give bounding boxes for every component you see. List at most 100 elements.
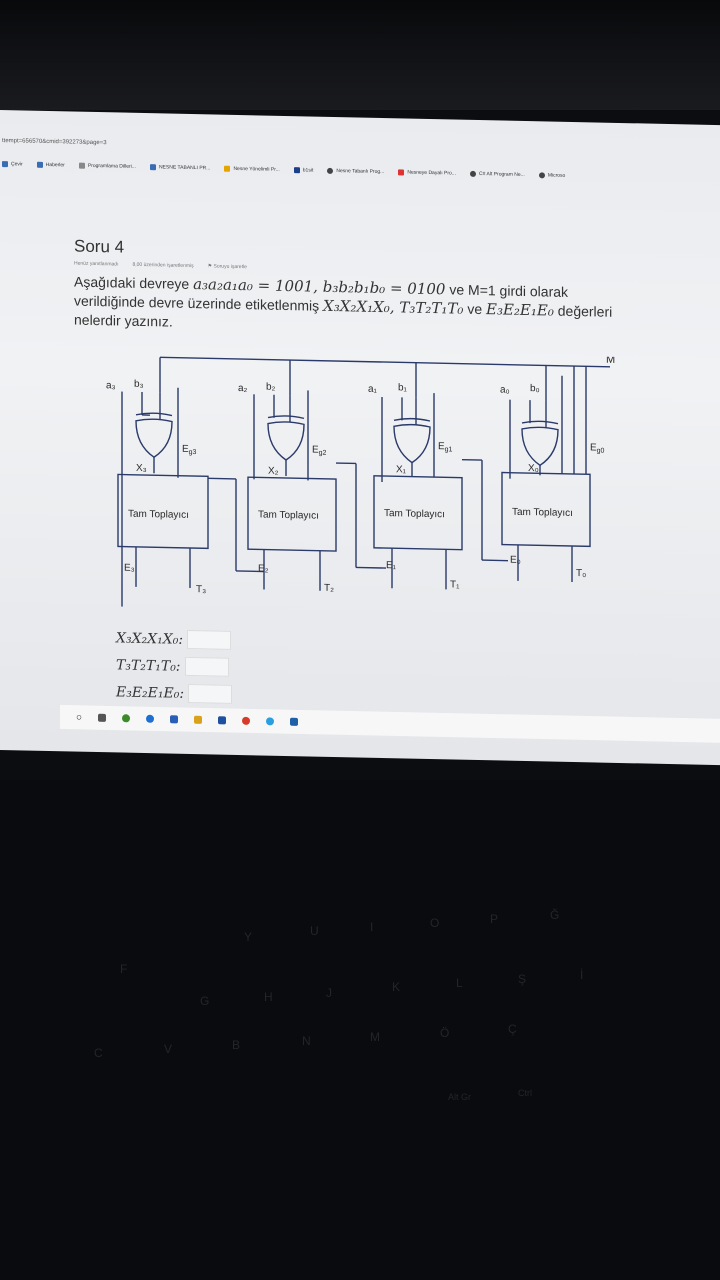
answer-input-x[interactable] <box>187 629 232 650</box>
bookmark-icon <box>469 170 476 177</box>
task-view-icon[interactable] <box>98 713 107 722</box>
bookmark-item[interactable]: C# Alt Program Ne... <box>469 170 525 178</box>
bookmark-item[interactable]: Haberler <box>36 161 65 168</box>
key: M <box>370 1030 380 1044</box>
answer-row-x: X₃X₂X₁X₀: <box>116 624 232 653</box>
app-icon[interactable] <box>290 717 299 726</box>
keyboard: Y U I O P Ğ F G H J K L Ş İ C V B N M Ö … <box>0 780 720 1280</box>
key: Y <box>244 930 253 944</box>
bookmark-item[interactable]: Nesneye Dayalı Pro... <box>398 169 456 177</box>
key: B <box>232 1038 241 1052</box>
bookmark-item[interactable]: b1sit <box>293 167 313 174</box>
key: H <box>264 990 273 1004</box>
block-0 <box>501 365 591 582</box>
search-icon[interactable]: ○ <box>76 712 82 723</box>
answer-input-t[interactable] <box>184 656 229 677</box>
m-bus-line <box>160 356 610 368</box>
block-1 <box>373 362 508 590</box>
sum-t0: T₀ <box>576 568 586 579</box>
key: O <box>430 916 440 930</box>
key: Ctrl <box>518 1088 532 1098</box>
browser-icon[interactable] <box>122 714 131 723</box>
input-a1: a₁ <box>368 384 378 395</box>
flag-question-link[interactable]: ⚑ Soruyu işaretle <box>208 263 247 270</box>
carry-e2: E₂ <box>258 563 269 574</box>
sum-t1: T₁ <box>450 579 460 590</box>
adder-label-0: Tam Toplayıcı <box>512 507 573 519</box>
edge-icon[interactable] <box>146 714 155 723</box>
eg0-label: Eg0 <box>590 442 605 454</box>
bookmark-icon <box>538 172 545 179</box>
key: K <box>392 980 401 994</box>
m-label: M <box>606 354 615 366</box>
carry-e3: E₃ <box>124 563 135 574</box>
bookmark-item[interactable]: Nesne Yönelimli Pr... <box>224 165 280 173</box>
key: İ <box>580 968 584 982</box>
key: F <box>120 962 128 976</box>
adder-label-1: Tam Toplayıcı <box>384 508 445 520</box>
adder-label-2: Tam Toplayıcı <box>258 509 319 521</box>
key: Ö <box>440 1026 450 1040</box>
math-carries: E₃E₂E₁E₀ <box>486 300 554 320</box>
app-icon[interactable] <box>218 716 227 725</box>
bookmark-icon <box>293 167 300 174</box>
bookmark-item[interactable]: NESNE TABANLI PR... <box>149 164 210 171</box>
key: P <box>490 912 499 926</box>
bookmark-icon <box>36 161 43 168</box>
bookmark-item[interactable]: Nesne Tabanlı Prog... <box>327 167 384 175</box>
key: Ğ <box>550 908 560 922</box>
input-b0: b₀ <box>530 383 540 394</box>
key: L <box>456 976 463 990</box>
math-inputs: a₃a₂a₁a₀ = 1001, b₃b₂b₁b₀ = 0100 <box>193 275 446 299</box>
key: C <box>94 1046 103 1060</box>
key: V <box>164 1042 173 1056</box>
xor-output-x3: X₃ <box>136 463 147 474</box>
answer-row-e: E₃E₂E₁E₀: <box>116 678 233 707</box>
answer-input-e[interactable] <box>188 683 233 704</box>
question-points: 8,00 üzerinden işaretlenmiş <box>132 261 194 270</box>
eg2-label: Eg2 <box>312 445 327 457</box>
key: Ş <box>518 972 527 986</box>
bookmark-icon <box>149 164 156 171</box>
key: U <box>310 924 319 938</box>
input-b2: b₂ <box>266 382 276 393</box>
bookmark-item[interactable]: Microso <box>538 172 565 179</box>
bookmark-item[interactable]: Programlama Dilleri... <box>78 162 136 170</box>
chrome-icon[interactable] <box>242 716 251 725</box>
folder-icon[interactable] <box>194 715 203 724</box>
bookmark-icon <box>2 161 8 168</box>
math-outputs: X₃X₂X₁X₀, T₃T₂T₁T₀ <box>323 296 464 318</box>
bookmark-item[interactable]: Çevir <box>2 161 23 167</box>
bookmark-icon <box>78 162 85 169</box>
xor-output-x1: X₁ <box>396 464 407 475</box>
circuit-diagram: M a₃ b₃ X₃ Eg3 Tam Toplayıcı E₃ T₃ a₂ b₂… <box>106 354 615 607</box>
key: N <box>302 1034 311 1048</box>
bookmark-icon <box>327 167 334 174</box>
bookmark-icon <box>224 165 231 172</box>
key: Alt Gr <box>448 1092 472 1102</box>
question-text: Aşağıdaki devreye a₃a₂a₁a₀ = 1001, b₃b₂b… <box>74 273 613 330</box>
key: G <box>200 994 210 1008</box>
xor-output-x0: X₀ <box>528 463 539 474</box>
app-icon[interactable] <box>266 717 275 726</box>
block-3 <box>117 357 264 607</box>
question-status: Henüz yanıtlanmadı <box>74 260 119 268</box>
sum-t2: T₂ <box>324 583 334 594</box>
key: Ç <box>508 1022 517 1036</box>
carry-e0: E₀ <box>510 555 521 566</box>
laptop-screen: ttempt=656570&cmid=392273&page=3 Çevir H… <box>0 110 720 766</box>
answer-section: X₃X₂X₁X₀: T₃T₂T₁T₀: E₃E₂E₁E₀: <box>116 624 233 707</box>
store-icon[interactable] <box>170 715 179 724</box>
input-a2: a₂ <box>238 383 248 394</box>
eg3-label: Eg3 <box>182 444 197 456</box>
key: J <box>326 986 332 1000</box>
eg1-label: Eg1 <box>438 441 453 453</box>
question-card: Soru 4 Henüz yanıtlanmadı 8,00 üzerinden… <box>74 237 634 342</box>
key: I <box>370 920 374 934</box>
input-a3: a₃ <box>106 380 116 391</box>
sum-t3: T₃ <box>196 584 206 595</box>
xor-output-x2: X₂ <box>268 466 279 477</box>
input-a0: a₀ <box>500 384 510 395</box>
carry-e1: E₁ <box>386 560 397 571</box>
bookmark-icon <box>398 169 405 176</box>
